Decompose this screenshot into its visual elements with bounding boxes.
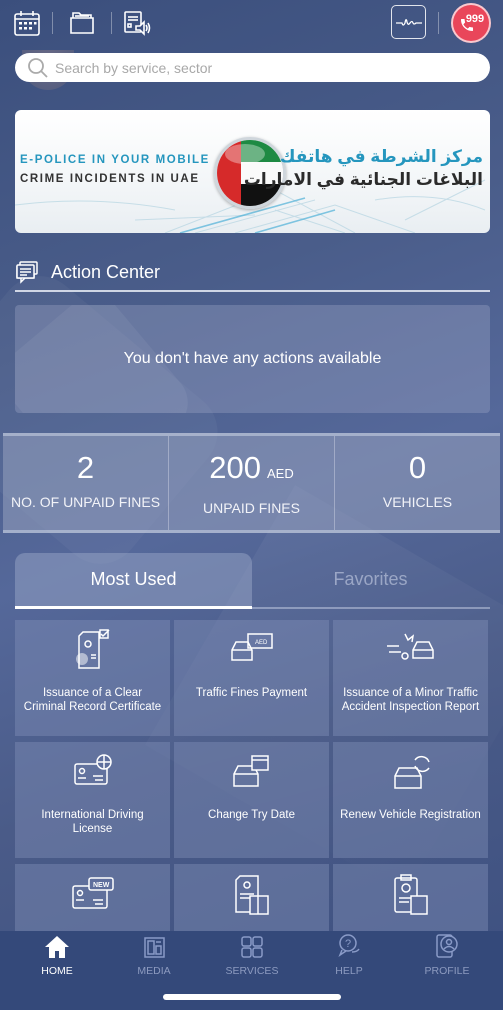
tab-underline	[252, 607, 490, 609]
service-label: Change Try Date	[208, 809, 295, 821]
service-tile[interactable]: Change Try Date	[174, 742, 329, 858]
signature-icon	[395, 19, 422, 26]
car-calendar-icon	[232, 755, 269, 787]
tab-favorites[interactable]: Favorites	[252, 553, 489, 606]
tab-most-used[interactable]: Most Used	[15, 553, 252, 606]
nav-media[interactable]: MEDIA	[104, 931, 204, 977]
service-label: International Driving License	[41, 809, 144, 835]
action-center-panel: You don't have any actions available	[15, 305, 490, 413]
search-bar[interactable]	[15, 53, 490, 82]
top-bar: 999	[0, 0, 503, 50]
svg-text:AED: AED	[255, 640, 268, 646]
stat-value: 0	[408, 450, 427, 485]
promo-banner[interactable]: E-POLICE IN YOUR MOBILE CRIME INCIDENTS …	[15, 110, 490, 233]
divider	[15, 290, 490, 292]
stat-label: NO. OF UNPAID FINES	[10, 494, 161, 510]
search-icon	[28, 57, 48, 78]
services-grid-icon	[241, 936, 263, 958]
service-label: Issuance of a Minor Traffic Accident Ins…	[341, 687, 480, 713]
media-icon	[144, 937, 165, 958]
car-accident-icon	[386, 633, 434, 660]
stat-unpaid-fines-count[interactable]: 2 NO. OF UNPAID FINES	[3, 436, 169, 530]
nav-label: HELP	[335, 965, 363, 977]
service-label: Traffic Fines Payment	[195, 687, 308, 699]
active-tab-indicator	[15, 606, 252, 609]
banner-subtitle-ar: البلاغات الجنائية في الامارات	[243, 170, 483, 189]
stat-label: VEHICLES	[382, 494, 453, 510]
service-tile[interactable]: Issuance of a Clear Criminal Record Cert…	[15, 620, 170, 736]
service-tile[interactable]: International Driving License	[15, 742, 170, 858]
chat-icon	[16, 261, 38, 284]
divider	[3, 530, 500, 533]
banner-title-ar: مركز الشرطة في هاتفك	[279, 147, 483, 166]
svg-text:?: ?	[345, 938, 351, 950]
stat-value: 200	[209, 450, 261, 485]
nav-profile[interactable]: PROFILE	[397, 931, 497, 977]
service-label: Renew Vehicle Registration	[340, 809, 481, 821]
action-center-title: Action Center	[51, 261, 161, 282]
institution-violations-icon	[393, 874, 428, 915]
currency-unit: AED	[267, 466, 294, 481]
phone-icon	[461, 19, 473, 31]
search-input[interactable]	[55, 59, 455, 76]
criminal-record-certificate-icon	[75, 629, 110, 669]
nav-label: SERVICES	[225, 965, 279, 977]
nav-home[interactable]: HOME	[7, 931, 107, 977]
service-label: Issuance of a Clear Criminal Record Cert…	[23, 687, 162, 713]
divider	[438, 12, 439, 34]
service-tile[interactable]: AED Traffic Fines Payment	[174, 620, 329, 736]
nav-services[interactable]: SERVICES	[202, 931, 302, 977]
nav-label: HOME	[41, 965, 73, 977]
signature-button[interactable]	[391, 5, 426, 39]
international-license-icon	[73, 754, 112, 785]
divider	[52, 12, 53, 34]
stat-value: 2	[76, 450, 95, 485]
service-tile[interactable]: Issuance of a Minor Traffic Accident Ins…	[333, 620, 488, 736]
empty-actions-message: You don't have any actions available	[123, 350, 382, 367]
svg-text:NEW: NEW	[93, 882, 110, 889]
calendar-icon[interactable]	[12, 8, 42, 38]
nav-label: PROFILE	[424, 965, 470, 977]
traffic-fines-icon: AED	[230, 633, 273, 661]
home-indicator[interactable]	[163, 994, 341, 1000]
action-center-header: Action Center	[15, 258, 160, 286]
help-chat-icon: ?	[338, 934, 360, 957]
new-license-icon: NEW	[71, 877, 114, 909]
stat-unpaid-fines-amount[interactable]: 200 AED UNPAID FINES	[169, 436, 335, 530]
service-tabs: Most Used Favorites	[15, 553, 490, 609]
service-tile[interactable]: Renew Vehicle Registration	[333, 742, 488, 858]
nav-label: MEDIA	[137, 965, 171, 977]
safety-certificate-icon	[234, 875, 269, 915]
document-audio-icon[interactable]	[122, 8, 152, 38]
emergency-call-button[interactable]: 999	[451, 3, 491, 43]
home-icon	[45, 936, 69, 958]
stat-label: UNPAID FINES	[203, 500, 300, 516]
divider	[111, 12, 112, 34]
stats-bar: 2 NO. OF UNPAID FINES 200 AED UNPAID FINE…	[3, 436, 500, 530]
car-renew-icon	[393, 756, 430, 789]
banner-title-en: E-POLICE IN YOUR MOBILE	[20, 154, 210, 166]
profile-icon	[436, 934, 458, 958]
folder-icon[interactable]	[67, 8, 97, 38]
stat-vehicles[interactable]: 0 VEHICLES	[335, 436, 500, 530]
nav-help[interactable]: ? HELP	[299, 931, 399, 977]
banner-subtitle-en: CRIME INCIDENTS IN UAE	[20, 173, 200, 185]
